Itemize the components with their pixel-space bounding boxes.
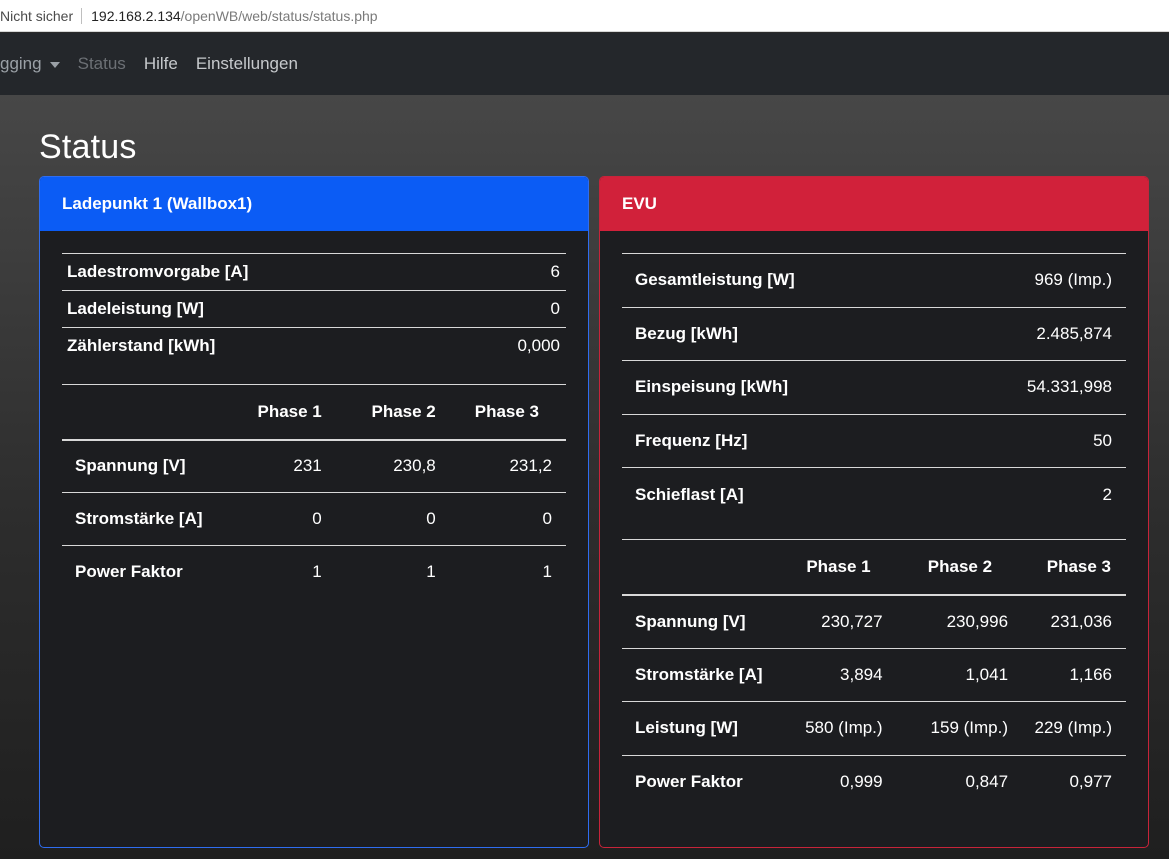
nav-logging-dropdown[interactable]: gging [0,54,60,74]
evu-phase-2-value: 230,996 [946,611,1009,631]
evu-phase-row-label: Leistung [W] [635,718,738,738]
evu-summary-label: Frequenz [Hz] [635,430,748,450]
ladepunkt-phase-3-value: 0 [542,509,552,528]
evu-phase-3-value: 231,036 [1050,611,1112,631]
evu-phase-header-row: Phase 1 Phase 2 Phase 3 [622,539,1126,595]
evu-phase-3-value: 1,166 [1069,664,1112,684]
url-path[interactable]: /openWB/web/status/status.php [181,8,378,24]
nav-hilfe-link[interactable]: Hilfe [144,54,178,74]
evu-card-header: EVU [600,177,1148,231]
security-label[interactable]: Nicht sicher [0,8,73,24]
evu-phase-row: Power Faktor 0,999 0,847 0,977 [622,755,1126,809]
ladepunkt-phase-1-value: 231 [293,456,322,476]
evu-phase-2-value: 1,041 [965,664,1009,684]
evu-summary-label: Schieflast [A] [635,484,744,504]
ladepunkt-phase-table: Phase 1 Phase 2 Phase 3 Spannung [V] 231 2… [62,384,566,599]
evu-phase-3-header: Phase 3 [1046,556,1111,576]
ladepunkt-phase-3-value: 231,2 [509,456,552,476]
evu-phase-1-value: 580 (Imp.) [805,718,883,738]
evu-summary-value: 2 [1102,484,1112,504]
ladepunkt-summary-row: Ladestromvorgabe [A] 6 [62,253,566,291]
nav-status-link[interactable]: Status [78,54,126,74]
evu-phase-row: Stromstärke [A] 3,894 1,041 1,166 [622,648,1126,702]
ladepunkt-phase-row-label: Stromstärke [A] [75,509,203,528]
evu-summary-row: Einspeisung [kWh] 54.331,998 [622,360,1126,415]
nav-logging-label: gging [0,54,42,73]
ladepunkt-phase-3-header: Phase 3 [474,401,539,421]
evu-phase-row-label: Power Faktor [635,772,743,791]
evu-summary-row: Schieflast [A] 2 [622,467,1126,522]
ladepunkt-summary-value: 0,000 [517,336,560,356]
ladepunkt-phase-row-label: Spannung [V] [75,456,186,476]
ladepunkt-phase-2-value: 230,8 [393,456,436,476]
evu-phase-2-header: Phase 2 [927,556,993,576]
browser-address-bar[interactable]: Nicht sicher 192.168.2.134/openWB/web/st… [0,0,1169,32]
evu-summary-value: 969 (Imp.) [1034,270,1112,290]
ladepunkt-phase-row: Spannung [V] 231 230,8 231,2 [62,440,566,493]
evu-summary-label: Gesamtleistung [W] [635,270,795,290]
evu-summary-value: 2.485,874 [1036,323,1112,343]
ladepunkt-phase-row-label: Power Faktor [75,562,183,582]
top-navbar: gging Status Hilfe Einstellungen [0,33,1169,95]
ladepunkt-summary-label: Ladeleistung [W] [67,299,204,318]
evu-summary-row: Gesamtleistung [W] 969 (Imp.) [622,253,1126,308]
evu-phase-1-value: 230,727 [821,611,883,631]
url-host[interactable]: 192.168.2.134 [91,8,181,24]
evu-summary-table: Gesamtleistung [W] 969 (Imp.) Bezug [kWh] 2… [622,253,1126,521]
evu-phase-2-value: 159 (Imp.) [930,718,1009,738]
evu-phase-row-label: Spannung [V] [635,611,746,631]
evu-phase-3-value: 229 (Imp.) [1034,718,1112,738]
ladepunkt-phase-2-header: Phase 2 [371,401,436,421]
ladepunkt-summary-value: 0 [550,299,560,318]
evu-phase-row-label: Stromstärke [A] [635,664,763,684]
ladepunkt-summary-label: Zählerstand [kWh] [67,336,216,356]
ladepunkt-phase-1-header: Phase 1 [257,401,322,421]
ladepunkt-phase-2-value: 1 [426,562,436,582]
evu-phase-row: Leistung [W] 580 (Imp.) 159 (Imp.) 229 (Imp… [622,701,1126,756]
evu-phase-3-value: 0,977 [1069,772,1112,791]
ladepunkt-summary-row: Zählerstand [kWh] 0,000 [62,327,566,365]
ladepunkt-summary-row: Ladeleistung [W] 0 [62,290,566,328]
ladepunkt-phase-header-row: Phase 1 Phase 2 Phase 3 [62,384,566,440]
evu-phase-1-value: 3,894 [840,664,883,684]
ladepunkt-phase-row: Stromstärke [A] 0 0 0 [62,492,566,546]
evu-summary-value: 50 [1093,430,1112,450]
evu-summary-row: Bezug [kWh] 2.485,874 [622,307,1126,361]
ladepunkt-phase-1-value: 0 [312,509,322,528]
ladepunkt-summary-label: Ladestromvorgabe [A] [67,262,249,281]
evu-summary-label: Einspeisung [kWh] [635,377,788,397]
ladepunkt-card-header: Ladepunkt 1 (Wallbox1) [40,177,588,231]
evu-phase-2-value: 0,847 [965,772,1009,791]
evu-card: EVU Gesamtleistung [W] 969 (Imp.) Bezug [k… [599,176,1149,848]
ladepunkt-phase-2-value: 0 [426,509,436,528]
evu-summary-value: 54.331,998 [1026,377,1112,397]
evu-summary-row: Frequenz [Hz] 50 [622,414,1126,468]
evu-summary-label: Bezug [kWh] [635,323,738,343]
ladepunkt-phase-row: Power Faktor 1 1 1 [62,545,566,599]
evu-phase-1-header: Phase 1 [806,556,871,576]
evu-phase-1-value: 0,999 [840,772,883,791]
ladepunkt-phase-3-value: 1 [542,562,552,582]
chevron-down-icon [49,62,60,68]
ladepunkt-summary-value: 6 [550,262,560,281]
address-separator [81,7,83,24]
ladepunkt-summary-table: Ladestromvorgabe [A] 6 Ladeleistung [W] 0 Zä… [62,253,566,365]
nav-einstellungen-link[interactable]: Einstellungen [196,54,298,74]
evu-phase-table: Phase 1 Phase 2 Phase 3 Spannung [V] 230,… [622,539,1126,809]
evu-phase-row: Spannung [V] 230,727 230,996 231,036 [622,595,1126,649]
page-title: Status [39,128,137,166]
ladepunkt-card: Ladepunkt 1 (Wallbox1) Ladestromvorgabe … [39,176,589,848]
ladepunkt-phase-1-value: 1 [312,562,322,582]
